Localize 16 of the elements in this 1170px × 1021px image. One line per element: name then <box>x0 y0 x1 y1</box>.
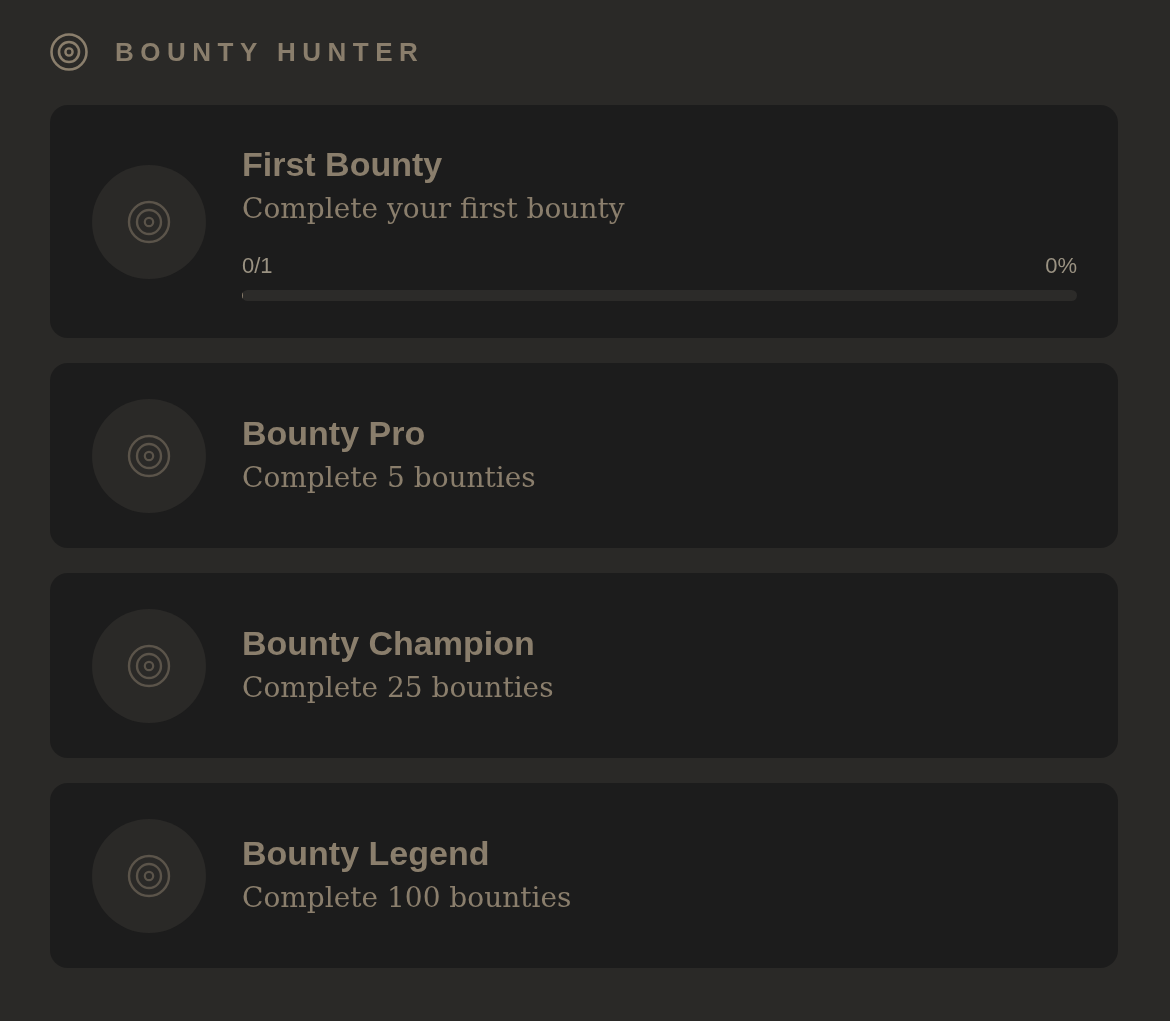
target-badge-icon <box>92 818 206 933</box>
achievement-title: First Bounty <box>242 144 443 185</box>
target-badge-icon <box>92 164 206 279</box>
achievement-description: Complete 5 bounties <box>242 459 536 496</box>
achievement-description: Complete your first bounty <box>242 191 625 227</box>
achievement-title: Bounty Legend <box>242 832 490 874</box>
achievement-description: Complete 100 bounties <box>242 879 572 916</box>
progress-percent: 0% <box>1045 252 1077 280</box>
achievement-description: Complete 25 bounties <box>242 669 554 706</box>
target-badge-icon <box>92 398 206 513</box>
progress-count: 0/1 <box>242 252 273 280</box>
target-badge-icon <box>92 608 206 723</box>
achievement-title: Bounty Champion <box>242 622 535 664</box>
section-title: BOUNTY HUNTER <box>115 37 425 67</box>
target-icon <box>50 33 88 71</box>
achievement-title: Bounty Pro <box>242 412 426 454</box>
